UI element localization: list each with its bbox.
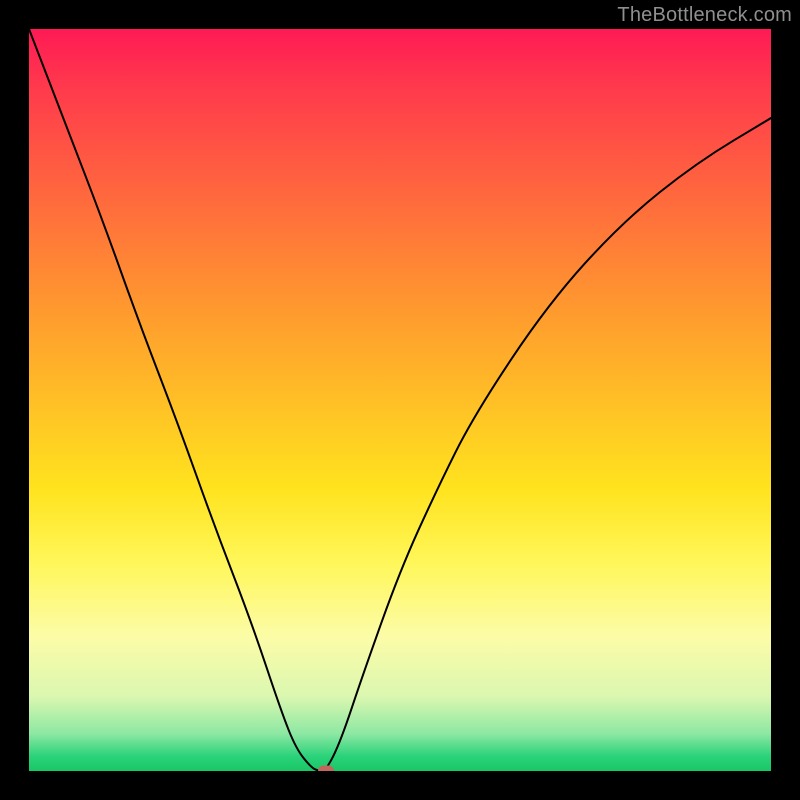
- watermark-text: TheBottleneck.com: [617, 4, 792, 27]
- optimal-marker: [318, 766, 334, 772]
- plot-area: [29, 29, 771, 771]
- chart-root: TheBottleneck.com: [0, 0, 800, 800]
- curve-svg: [29, 29, 771, 771]
- bottleneck-curve: [29, 29, 771, 771]
